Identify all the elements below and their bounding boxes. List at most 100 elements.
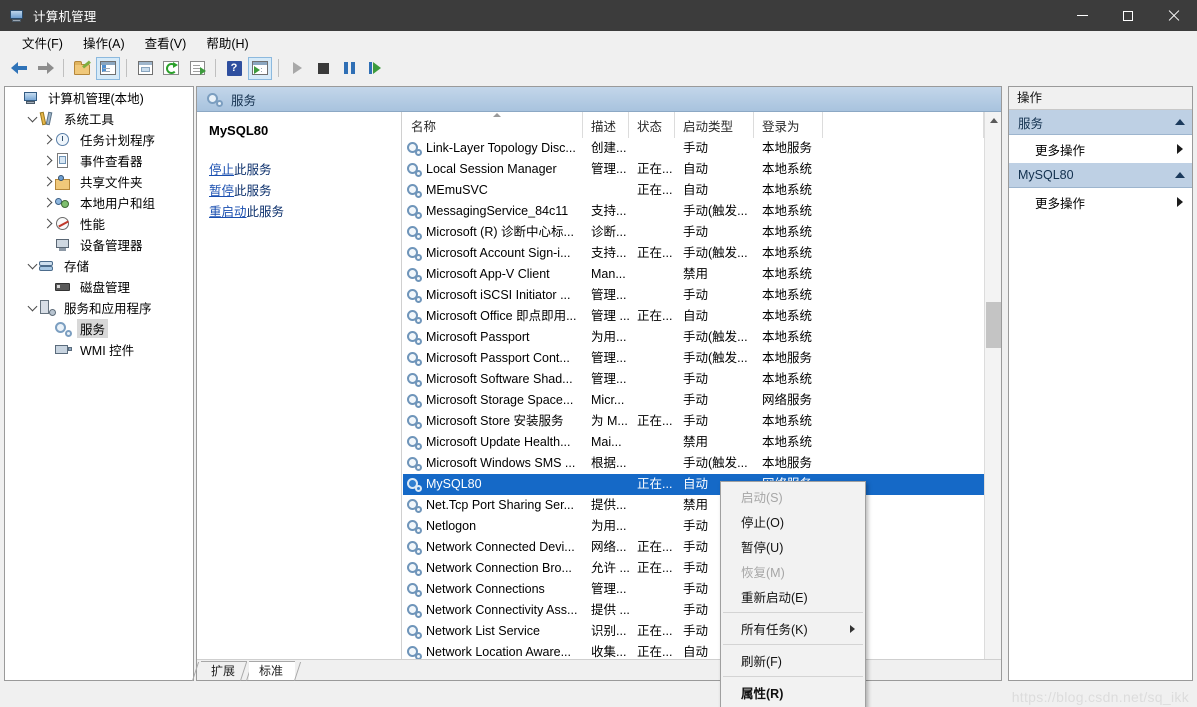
actions-section-mysql80[interactable]: MySQL80: [1009, 163, 1192, 188]
link-action-text[interactable]: 停止: [209, 163, 234, 177]
list-row[interactable]: MySQL80正在...自动网络服务: [403, 474, 1001, 495]
column-header-2[interactable]: 状态: [629, 112, 675, 138]
list-row[interactable]: Network Connections管理...手动本地系统: [403, 579, 1001, 600]
tree-expander-10[interactable]: [25, 301, 39, 315]
ctx-pause[interactable]: 暂停(U): [721, 534, 865, 559]
ctx-restart[interactable]: 重新启动(E): [721, 584, 865, 609]
column-header-1[interactable]: 描述: [583, 112, 629, 138]
tree-item-4[interactable]: 共享文件夹: [5, 171, 193, 192]
column-header-4[interactable]: 登录为: [754, 112, 823, 138]
column-header-3[interactable]: 启动类型: [675, 112, 754, 138]
menu-action[interactable]: 操作(A): [73, 31, 135, 54]
list-row[interactable]: Network Connected Devi...网络...正在...手动本地服…: [403, 537, 1001, 558]
ctx-stop[interactable]: 停止(O): [721, 509, 865, 534]
ctx-properties[interactable]: 属性(R): [721, 680, 865, 705]
list-row[interactable]: MessagingService_84c11 支持... 手动(触发... 本地系统: [403, 201, 1001, 222]
scrollbar-thumb[interactable]: [986, 302, 1001, 348]
more-actions-services[interactable]: 更多操作: [1009, 135, 1192, 163]
close-button[interactable]: [1151, 0, 1197, 31]
stop-this-service-link[interactable]: 停止此服务: [209, 160, 401, 181]
tree-item-6[interactable]: 性能: [5, 213, 193, 234]
list-row[interactable]: Net.Tcp Port Sharing Ser...提供...禁用本地服务: [403, 495, 1001, 516]
back-icon[interactable]: [7, 57, 31, 80]
list-row[interactable]: Microsoft Store 安装服务 为 M... 正在... 手动 本地系统: [403, 411, 1001, 432]
tree-expander-8[interactable]: [25, 259, 39, 273]
tree-item-11[interactable]: 服务: [5, 318, 193, 339]
list-row[interactable]: Microsoft (R) 诊断中心标... 诊断... 手动 本地系统: [403, 222, 1001, 243]
list-row[interactable]: Network Connectivity Ass...提供 ...手动本地系统: [403, 600, 1001, 621]
menu-view[interactable]: 查看(V): [135, 31, 197, 54]
tree-expander-2[interactable]: [41, 133, 55, 147]
stop-service-icon[interactable]: [311, 57, 335, 80]
list-row[interactable]: Microsoft Passport 为用... 手动(触发... 本地系统: [403, 327, 1001, 348]
refresh-icon[interactable]: [159, 57, 183, 80]
list-row[interactable]: Microsoft iSCSI Initiator ... 管理... 手动 本地系统: [403, 285, 1001, 306]
svcapp-icon: [39, 299, 56, 316]
list-row[interactable]: Microsoft Storage Space... Micr... 手动 网络服务: [403, 390, 1001, 411]
menu-help[interactable]: 帮助(H): [196, 31, 258, 54]
tree-item-3[interactable]: 事件查看器: [5, 150, 193, 171]
tree-expander-1[interactable]: [25, 112, 39, 126]
properties-icon[interactable]: [133, 57, 157, 80]
link-action-text[interactable]: 暂停: [209, 184, 234, 198]
start-service-icon[interactable]: [285, 57, 309, 80]
ctx-refresh[interactable]: 刷新(F): [721, 648, 865, 673]
maximize-button[interactable]: [1105, 0, 1151, 31]
list-row[interactable]: Microsoft Update Health... Mai... 禁用 本地系统: [403, 432, 1001, 453]
list-row[interactable]: Microsoft Passport Cont... 管理... 手动(触发... 本…: [403, 348, 1001, 369]
menu-file[interactable]: 文件(F): [12, 31, 73, 54]
pause-service-icon[interactable]: [337, 57, 361, 80]
list-vertical-scrollbar[interactable]: [984, 112, 1001, 680]
restart-this-service-link[interactable]: 重启动此服务: [209, 202, 401, 223]
up-folder-icon[interactable]: [70, 57, 94, 80]
tree-item-0[interactable]: 计算机管理(本地): [5, 87, 193, 108]
list-row[interactable]: Local Session Manager 管理... 正在... 自动 本地系统: [403, 159, 1001, 180]
actions-section-services[interactable]: 服务: [1009, 110, 1192, 135]
list-row[interactable]: Network Connection Bro...允许 ...正在...手动本地…: [403, 558, 1001, 579]
list-row[interactable]: Microsoft App-V Client Man... 禁用 本地系统: [403, 264, 1001, 285]
clock-icon: [55, 132, 72, 148]
tree-expander-6[interactable]: [41, 217, 55, 231]
list-row[interactable]: Netlogon为用...手动本地系统: [403, 516, 1001, 537]
list-row[interactable]: Link-Layer Topology Disc... 创建... 手动 本地服务: [403, 138, 1001, 159]
tab-standard[interactable]: 标准: [249, 661, 296, 680]
help-icon[interactable]: ?: [222, 57, 246, 80]
tree-expander-5[interactable]: [41, 196, 55, 210]
ctx-all-tasks[interactable]: 所有任务(K): [721, 616, 865, 641]
tree-item-1[interactable]: 系统工具: [5, 108, 193, 129]
link-action-text[interactable]: 重启动: [209, 205, 247, 219]
show-action-pane-icon[interactable]: [248, 56, 272, 80]
list-row[interactable]: MEmuSVC 正在... 自动 本地系统: [403, 180, 1001, 201]
tree-item-7[interactable]: 设备管理器: [5, 234, 193, 255]
tree-expander-3[interactable]: [41, 154, 55, 168]
pause-this-service-link[interactable]: 暂停此服务: [209, 181, 401, 202]
minimize-button[interactable]: [1059, 0, 1105, 31]
column-header-5[interactable]: [823, 112, 984, 138]
service-gear-icon: [407, 435, 422, 450]
tree-item-2[interactable]: 任务计划程序: [5, 129, 193, 150]
cell-desc: 为用...: [591, 330, 627, 344]
show-action-pane-icon: [252, 61, 268, 75]
export-list-icon[interactable]: [185, 57, 209, 80]
tree-item-8[interactable]: 存储: [5, 255, 193, 276]
ctx-start: 启动(S): [721, 484, 865, 509]
show-hide-console-tree-icon[interactable]: [96, 56, 120, 80]
list-row[interactable]: Microsoft Windows SMS ... 根据... 手动(触发... 本地…: [403, 453, 1001, 474]
scroll-up-button[interactable]: [985, 112, 1001, 129]
list-row[interactable]: Microsoft Software Shad... 管理... 手动 本地系统: [403, 369, 1001, 390]
tree-item-10[interactable]: 服务和应用程序: [5, 297, 193, 318]
list-row[interactable]: Microsoft Office 即点即用... 管理 ... 正在... 自动 本地系…: [403, 306, 1001, 327]
cell-desc: Mai...: [591, 435, 622, 449]
forward-icon[interactable]: [33, 57, 57, 80]
computer-management-icon: [9, 8, 25, 24]
tree-item-9[interactable]: 磁盘管理: [5, 276, 193, 297]
more-actions-mysql80[interactable]: 更多操作: [1009, 188, 1192, 216]
column-header-0[interactable]: 名称: [403, 112, 583, 138]
cell-desc: 创建...: [591, 141, 627, 155]
tree-item-5[interactable]: 本地用户和组: [5, 192, 193, 213]
tree-item-12[interactable]: WMI 控件: [5, 339, 193, 360]
tree-expander-4[interactable]: [41, 175, 55, 189]
list-row[interactable]: Microsoft Account Sign-i... 支持... 正在... 手动(…: [403, 243, 1001, 264]
restart-service-icon[interactable]: [363, 57, 387, 80]
list-row[interactable]: Network List Service识别...正在...手动本地服务: [403, 621, 1001, 642]
